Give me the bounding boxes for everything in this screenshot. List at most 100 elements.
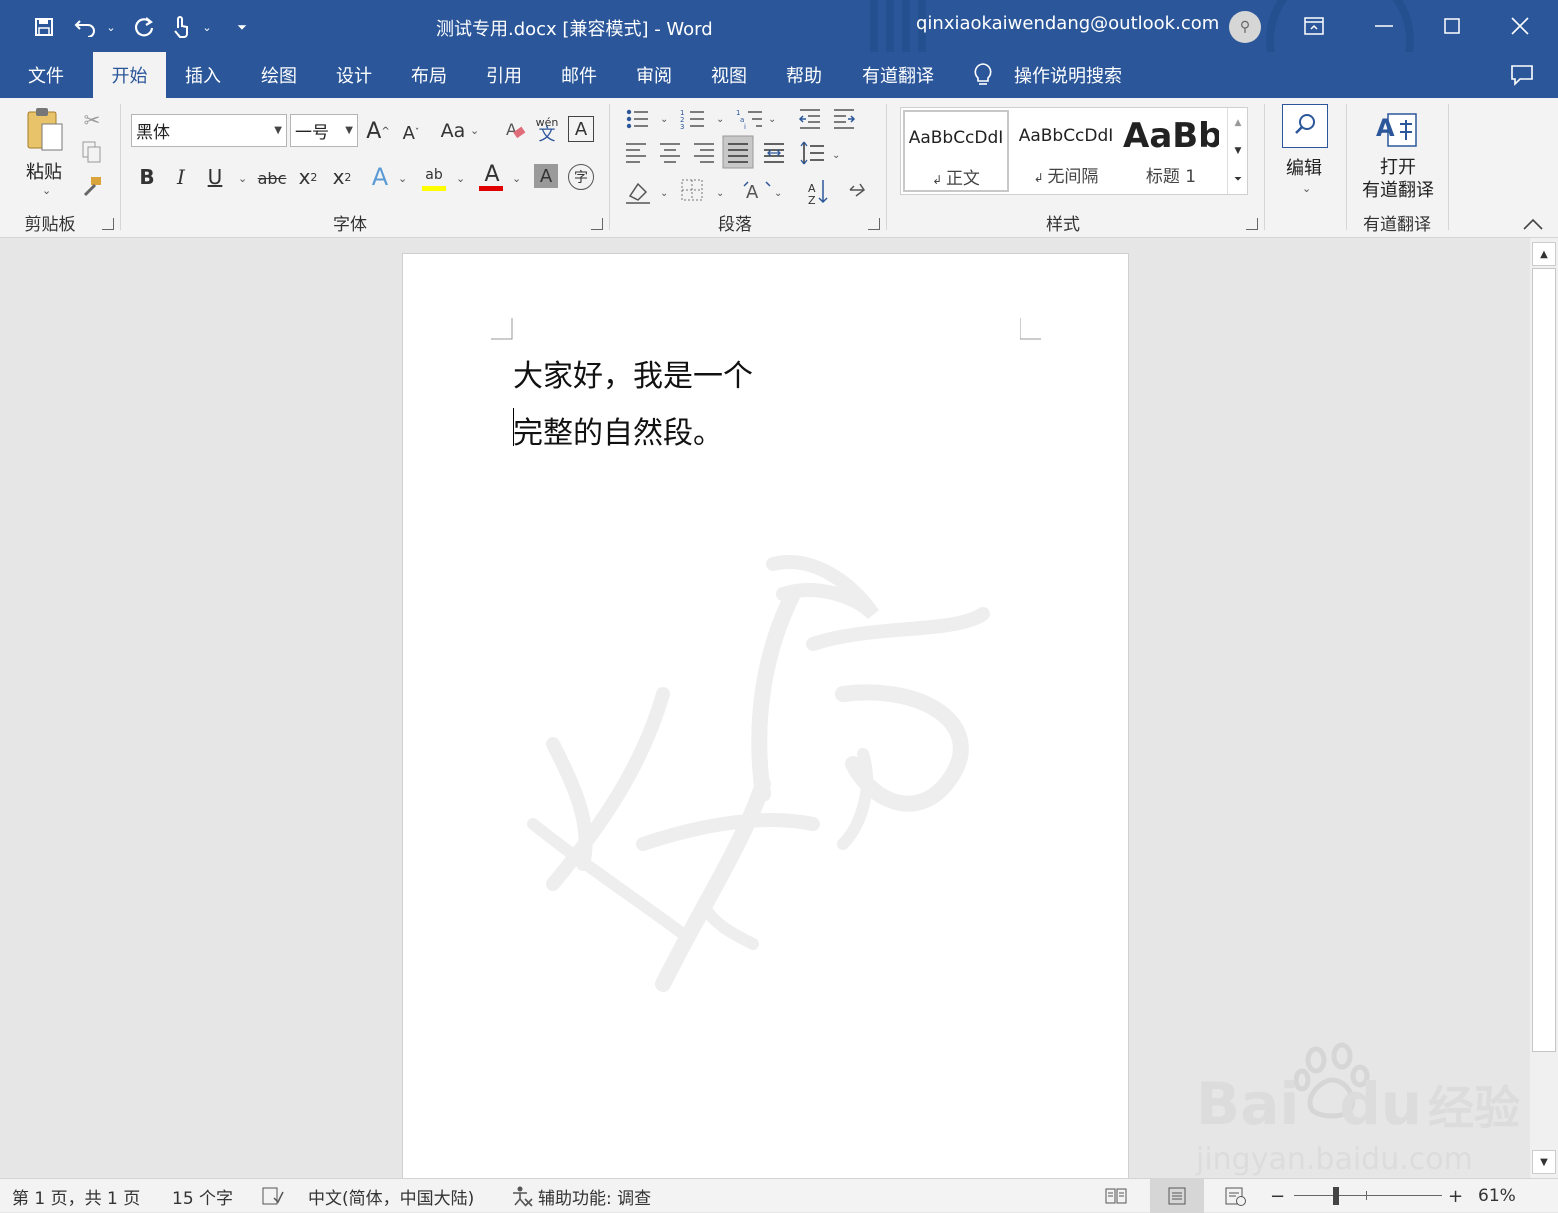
subscript-button[interactable]: x2 bbox=[294, 162, 322, 192]
paste-icon[interactable] bbox=[22, 106, 70, 156]
account-name[interactable]: qinxiaokaiwendang@outlook.com bbox=[916, 13, 1219, 34]
zoom-in-button[interactable]: + bbox=[1448, 1179, 1463, 1213]
minimize-button[interactable] bbox=[1350, 0, 1418, 52]
avatar[interactable]: ⚲ bbox=[1229, 11, 1261, 43]
print-layout-icon[interactable] bbox=[1150, 1179, 1204, 1213]
strikethrough-button[interactable]: abc bbox=[256, 164, 288, 192]
zoom-slider-track[interactable] bbox=[1294, 1195, 1442, 1196]
multilevel-list-button[interactable] bbox=[736, 106, 776, 132]
tab-home[interactable]: 开始 bbox=[93, 52, 166, 98]
save-icon[interactable] bbox=[30, 14, 58, 40]
paste-dropdown-icon[interactable]: ⌄ bbox=[42, 184, 51, 197]
web-layout-icon[interactable] bbox=[1224, 1179, 1248, 1213]
cut-icon[interactable]: ✂ bbox=[80, 108, 104, 132]
touch-dropdown-icon[interactable]: ⌄ bbox=[200, 14, 214, 40]
zoom-level[interactable]: 61% bbox=[1478, 1179, 1516, 1213]
style-normal[interactable]: AaBbCcDdI ↲ 正文 bbox=[903, 110, 1009, 192]
tab-layout[interactable]: 布局 bbox=[396, 52, 462, 98]
undo-dropdown-icon[interactable]: ⌄ bbox=[104, 14, 118, 40]
proofing-icon[interactable] bbox=[262, 1179, 284, 1213]
chevron-down-icon[interactable]: ▼ bbox=[345, 125, 353, 136]
character-shading-icon[interactable]: A bbox=[534, 164, 558, 188]
gallery-up-icon[interactable]: ▲ bbox=[1228, 110, 1248, 136]
read-mode-icon[interactable] bbox=[1104, 1179, 1128, 1213]
tab-youdao[interactable]: 有道翻译 bbox=[850, 52, 946, 98]
asian-layout-button[interactable] bbox=[742, 178, 786, 206]
maximize-button[interactable] bbox=[1418, 0, 1486, 52]
change-case-icon[interactable]: Aa bbox=[438, 116, 468, 146]
font-name-combo[interactable]: 黑体 ▼ bbox=[131, 114, 287, 147]
distributed-button[interactable] bbox=[760, 138, 788, 168]
decrease-indent-button[interactable] bbox=[798, 106, 824, 132]
zoom-slider-thumb[interactable] bbox=[1333, 1187, 1339, 1205]
underline-button[interactable]: U bbox=[202, 162, 228, 192]
editing-label[interactable]: 编辑 bbox=[1286, 154, 1322, 180]
gallery-more-icon[interactable]: ⏷ bbox=[1228, 166, 1248, 192]
tab-mailings[interactable]: 邮件 bbox=[546, 52, 612, 98]
redo-icon[interactable] bbox=[130, 14, 158, 40]
text-effects-icon[interactable]: A bbox=[366, 162, 394, 192]
enclose-characters-icon[interactable]: 字 bbox=[568, 164, 594, 190]
tab-insert[interactable]: 插入 bbox=[170, 52, 236, 98]
youdao-translate-icon[interactable]: A bbox=[1374, 110, 1420, 150]
line-spacing-button[interactable] bbox=[798, 138, 842, 168]
tab-references[interactable]: 引用 bbox=[471, 52, 537, 98]
tab-design[interactable]: 设计 bbox=[321, 52, 387, 98]
close-button[interactable] bbox=[1486, 0, 1554, 52]
copy-icon[interactable] bbox=[80, 140, 104, 164]
style-no-spacing[interactable]: AaBbCcDdI ↲ 无间隔 bbox=[1013, 110, 1119, 192]
paragraph-launcher-icon[interactable] bbox=[868, 218, 880, 230]
borders-button[interactable] bbox=[680, 178, 724, 206]
font-color-icon[interactable]: A bbox=[478, 160, 506, 188]
scroll-up-icon[interactable]: ▲ bbox=[1532, 242, 1556, 266]
tab-view[interactable]: 视图 bbox=[696, 52, 762, 98]
tab-help[interactable]: 帮助 bbox=[771, 52, 837, 98]
undo-icon[interactable] bbox=[72, 14, 100, 40]
youdao-open-button[interactable]: 打开 有道翻译 bbox=[1360, 156, 1436, 202]
ribbon-display-options-icon[interactable] bbox=[1280, 0, 1348, 52]
comments-icon[interactable] bbox=[1510, 64, 1534, 90]
tell-me-box[interactable]: 操作说明搜索 bbox=[972, 62, 1122, 88]
superscript-button[interactable]: x2 bbox=[328, 162, 356, 192]
accessibility-indicator[interactable]: 辅助功能: 调查 bbox=[510, 1179, 651, 1213]
align-right-button[interactable] bbox=[692, 138, 718, 168]
collapse-ribbon-icon[interactable] bbox=[1522, 216, 1544, 235]
scroll-down-icon[interactable]: ▼ bbox=[1532, 1150, 1556, 1174]
font-launcher-icon[interactable] bbox=[591, 218, 603, 230]
style-heading-1[interactable]: AaBb 标题 1 bbox=[1123, 110, 1219, 192]
styles-launcher-icon[interactable] bbox=[1246, 218, 1258, 230]
customize-toolbar-icon[interactable]: ⏷ bbox=[232, 14, 252, 40]
text-effects-dropdown-icon[interactable]: ⌄ bbox=[398, 172, 407, 185]
shading-button[interactable] bbox=[624, 178, 668, 206]
shrink-font-icon[interactable]: Aˇ bbox=[398, 120, 424, 146]
bold-button[interactable]: B bbox=[134, 162, 160, 192]
paste-label[interactable]: 粘贴 bbox=[26, 158, 62, 184]
tab-draw[interactable]: 绘图 bbox=[246, 52, 312, 98]
editing-dropdown-icon[interactable]: ⌄ bbox=[1302, 182, 1311, 195]
character-border-icon[interactable]: A bbox=[568, 116, 594, 142]
touch-mode-icon[interactable] bbox=[168, 14, 194, 40]
show-marks-button[interactable] bbox=[846, 178, 872, 206]
vertical-scrollbar[interactable]: ▲ ▼ bbox=[1530, 238, 1558, 1178]
tab-file[interactable]: 文件 bbox=[10, 52, 82, 98]
page-count[interactable]: 第 1 页，共 1 页 bbox=[12, 1179, 140, 1213]
font-color-dropdown-icon[interactable]: ⌄ bbox=[512, 172, 521, 185]
underline-dropdown-icon[interactable]: ⌄ bbox=[238, 172, 247, 185]
gallery-down-icon[interactable]: ▼ bbox=[1228, 138, 1248, 164]
language-indicator[interactable]: 中文(简体，中国大陆) bbox=[308, 1179, 474, 1213]
justify-button[interactable] bbox=[723, 136, 753, 168]
word-count[interactable]: 15 个字 bbox=[172, 1179, 233, 1213]
align-left-button[interactable] bbox=[624, 138, 650, 168]
sort-button[interactable] bbox=[804, 178, 834, 206]
format-painter-icon[interactable] bbox=[80, 174, 104, 198]
zoom-out-button[interactable]: − bbox=[1270, 1179, 1285, 1213]
change-case-dropdown-icon[interactable]: ⌄ bbox=[470, 124, 479, 137]
highlight-dropdown-icon[interactable]: ⌄ bbox=[456, 172, 465, 185]
clipboard-launcher-icon[interactable] bbox=[102, 218, 114, 230]
document-page[interactable]: 大家好，我是一个 完整的自然段。 bbox=[402, 253, 1129, 1193]
grow-font-icon[interactable]: A ^ bbox=[364, 116, 392, 146]
phonetic-guide-icon[interactable]: wén 文 bbox=[534, 112, 560, 146]
clear-formatting-icon[interactable]: A bbox=[502, 116, 528, 144]
center-button[interactable] bbox=[658, 138, 684, 168]
tab-review[interactable]: 审阅 bbox=[621, 52, 687, 98]
